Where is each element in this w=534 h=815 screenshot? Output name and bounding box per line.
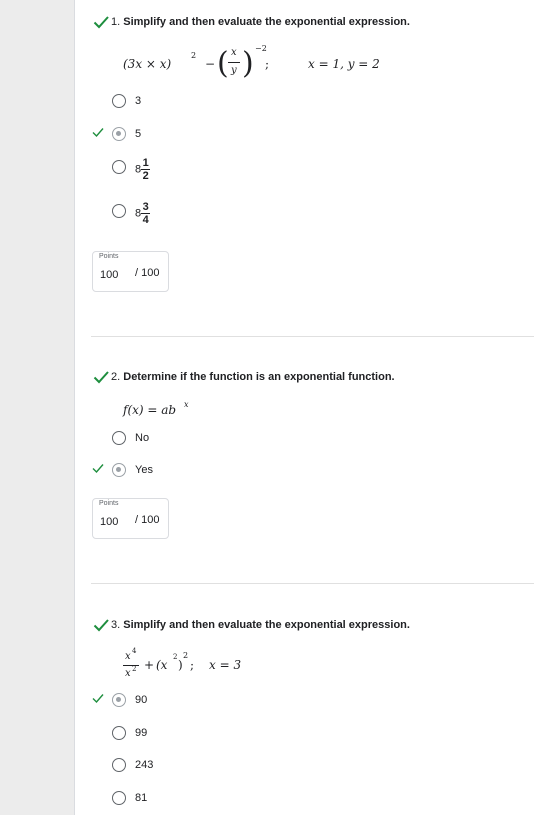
correct-answer-check-icon (92, 692, 104, 704)
expr-paren: ) (178, 658, 183, 672)
expr-term: (x (156, 658, 168, 672)
radio-option-243[interactable] (112, 758, 126, 772)
expr-exponent: 2 (183, 651, 189, 660)
divider (91, 336, 534, 337)
option-label: 3 (135, 95, 142, 107)
points-label: Points (99, 500, 119, 507)
frac-numerator: x (125, 651, 131, 662)
points-total: / 100 (135, 267, 160, 279)
fraction-bar (123, 665, 139, 666)
question-text: Simplify and then evaluate the exponenti… (123, 16, 410, 28)
option-label: 99 (135, 727, 148, 739)
fraction-numerator: 1 (142, 157, 149, 169)
points-input[interactable]: 100 (100, 269, 118, 281)
fraction: 12 (141, 157, 151, 182)
option-label: Yes (135, 464, 153, 476)
correct-answer-check-icon (92, 126, 104, 138)
option-label: 81 (135, 792, 148, 804)
divider (91, 583, 534, 584)
radio-option-90[interactable] (112, 693, 126, 707)
expr-term: (3x × x) (123, 57, 172, 71)
expr-exponent: 2 (173, 653, 178, 661)
expr-exponent: x (184, 400, 189, 409)
points-field[interactable]: Points 100 / 100 (92, 498, 169, 539)
frac-denominator: x (125, 668, 131, 679)
expr-exponent: 4 (132, 647, 137, 655)
fraction: 34 (141, 201, 151, 226)
fraction-numerator: 3 (142, 201, 149, 213)
question-title: 3. Simplify and then evaluate the expone… (111, 619, 410, 631)
expr-exponent: −2 (255, 44, 267, 53)
option-label: 5 (135, 128, 142, 140)
option-label: No (135, 432, 150, 444)
radio-option-81[interactable] (112, 791, 126, 805)
correct-checkmark-icon (93, 617, 109, 633)
question-text: Simplify and then evaluate the exponenti… (123, 619, 410, 631)
expr-separator: ; (265, 57, 270, 71)
fraction-denominator: 4 (142, 214, 149, 226)
points-total: / 100 (135, 514, 160, 526)
question-title: 2. Determine if the function is an expon… (111, 371, 395, 383)
expr-separator: ; (190, 658, 195, 672)
radio-option-8-1-2[interactable] (112, 160, 126, 174)
points-field[interactable]: Points 100 / 100 (92, 251, 169, 292)
option-label-mixed-fraction: 812 (135, 157, 151, 182)
left-paren: ( (217, 46, 229, 81)
fraction-bar (228, 62, 240, 63)
given-values: x = 3 (209, 658, 242, 672)
points-input[interactable]: 100 (100, 516, 118, 528)
question-number: 3. (111, 619, 121, 631)
question-number: 1. (111, 16, 121, 28)
option-label: 90 (135, 694, 148, 706)
radio-option-no[interactable] (112, 431, 126, 445)
radio-option-3[interactable] (112, 94, 126, 108)
correct-answer-check-icon (92, 462, 104, 474)
radio-option-5[interactable] (112, 127, 126, 141)
expr-exponent: 2 (132, 665, 137, 673)
radio-option-yes[interactable] (112, 463, 126, 477)
radio-option-99[interactable] (112, 726, 126, 740)
fraction-denominator: 2 (142, 170, 149, 182)
quiz-card: 1. Simplify and then evaluate the expone… (74, 0, 534, 815)
right-paren: ) (242, 46, 254, 81)
radio-option-8-3-4[interactable] (112, 204, 126, 218)
correct-checkmark-icon (93, 369, 109, 385)
expr-operator: − (205, 57, 216, 71)
question-number: 2. (111, 371, 121, 383)
frac-denominator: y (231, 65, 237, 76)
question-title: 1. Simplify and then evaluate the expone… (111, 16, 410, 28)
function-expression: f(x) = ab (123, 403, 177, 417)
frac-numerator: x (231, 47, 237, 58)
option-label-mixed-fraction: 834 (135, 201, 151, 226)
given-values: x = 1, y = 2 (308, 57, 380, 71)
question-text: Determine if the function is an exponent… (123, 371, 395, 383)
points-label: Points (99, 253, 119, 260)
correct-checkmark-icon (93, 14, 109, 30)
option-label: 243 (135, 759, 154, 771)
expr-exponent: 2 (191, 51, 197, 60)
expr-operator: + (144, 658, 155, 672)
